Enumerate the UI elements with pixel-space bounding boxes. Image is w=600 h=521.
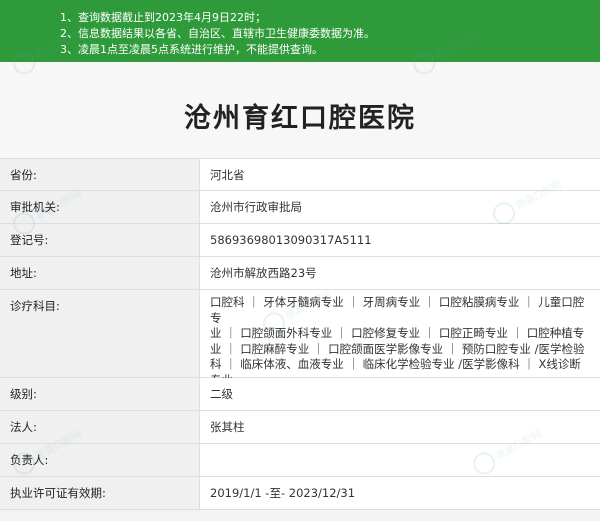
row-address: 地址: 沧州市解放西路23号 (0, 257, 600, 290)
row-label: 法人: (0, 411, 200, 443)
row-legal-person: 法人: 张其柱 (0, 411, 600, 444)
info-table: 省份: 河北省 审批机关: 沧州市行政审批局 登记号: 586936980130… (0, 158, 600, 510)
row-value: 沧州市行政审批局 (200, 191, 600, 223)
row-label: 级别: (0, 378, 200, 410)
notice-line: 2、信息数据结果以各省、自治区、直辖市卫生健康委数据为准。 (60, 27, 375, 40)
subject-line: 口腔科 ｜ 牙体牙髓病专业 ｜ 牙周病专业 ｜ 口腔粘膜病专业 ｜ 儿童口腔专 (210, 295, 585, 325)
row-value: 58693698013090317A5111 (200, 224, 600, 256)
row-label: 省份: (0, 159, 200, 190)
notice-banner: 1、查询数据截止到2023年4月9日22时； 2、信息数据结果以各省、自治区、直… (0, 0, 600, 62)
row-label: 地址: (0, 257, 200, 289)
row-label: 执业许可证有效期: (0, 477, 200, 509)
row-label: 审批机关: (0, 191, 200, 223)
row-label: 负责人: (0, 444, 200, 476)
row-label: 登记号: (0, 224, 200, 256)
notice-line: 1、查询数据截止到2023年4月9日22时； (60, 11, 266, 24)
row-license-validity: 执业许可证有效期: 2019/1/1 -至- 2023/12/31 (0, 477, 600, 510)
row-province: 省份: 河北省 (0, 158, 600, 191)
row-value (200, 444, 600, 476)
row-value: 口腔科 ｜ 牙体牙髓病专业 ｜ 牙周病专业 ｜ 口腔粘膜病专业 ｜ 儿童口腔专 … (200, 290, 600, 402)
notice-line: 3、凌晨1点至凌晨5点系统进行维护，不能提供查询。 (60, 43, 323, 56)
row-registration-number: 登记号: 58693698013090317A5111 (0, 224, 600, 257)
row-value: 张其柱 (200, 411, 600, 443)
row-approval-authority: 审批机关: 沧州市行政审批局 (0, 191, 600, 224)
row-label: 诊疗科目: (0, 290, 200, 377)
row-clinical-subjects: 诊疗科目: 口腔科 ｜ 牙体牙髓病专业 ｜ 牙周病专业 ｜ 口腔粘膜病专业 ｜ … (0, 290, 600, 402)
page-title: 沧州育红口腔医院 (184, 103, 416, 134)
row-value: 二级 (200, 378, 600, 410)
row-person-in-charge: 负责人: (0, 444, 600, 477)
row-level: 级别: 二级 (0, 378, 600, 411)
row-value: 河北省 (200, 159, 600, 190)
row-value: 2019/1/1 -至- 2023/12/31 (200, 477, 600, 509)
row-value: 沧州市解放西路23号 (200, 257, 600, 289)
subject-line: 业 ｜ 口腔麻醉专业 ｜ 口腔颌面医学影像专业 ｜ 预防口腔专业 /医学检验 (210, 341, 585, 356)
subject-line: 业 ｜ 口腔颌面外科专业 ｜ 口腔修复专业 ｜ 口腔正畸专业 ｜ 口腔种植专 (210, 326, 585, 340)
